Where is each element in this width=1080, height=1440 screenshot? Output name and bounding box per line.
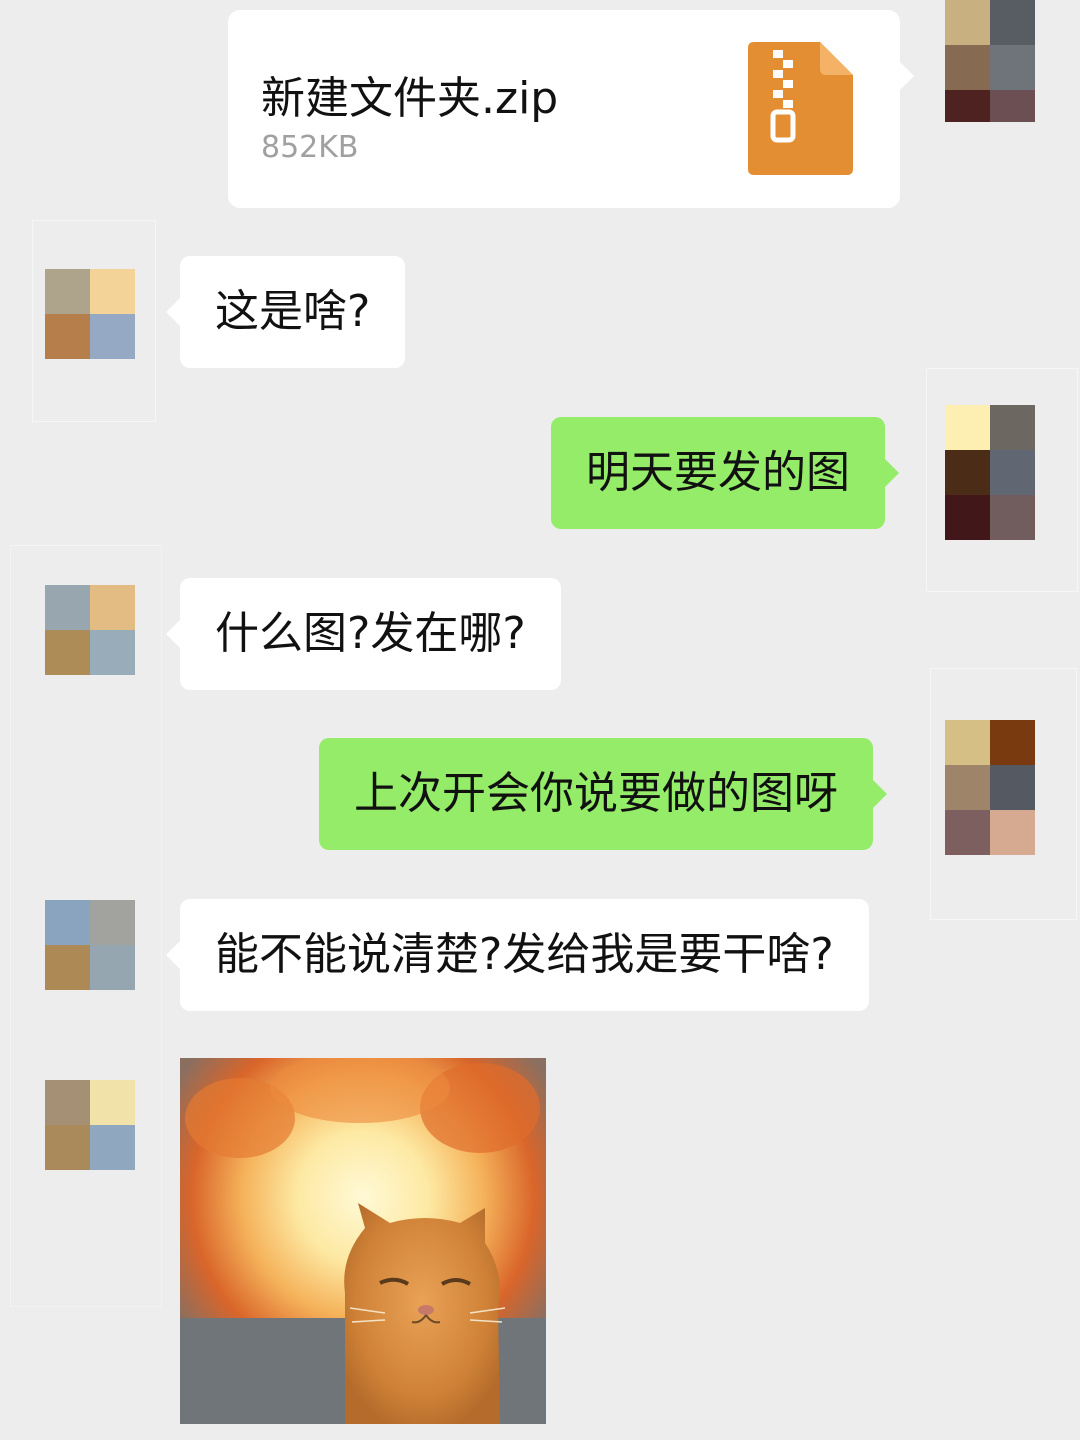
avatar-self[interactable] [945, 405, 1035, 540]
message-bubble-outgoing[interactable]: 上次开会你说要做的图呀 [319, 738, 887, 850]
avatar-self[interactable] [945, 0, 1035, 122]
file-size: 852KB [261, 130, 359, 165]
avatar-contact[interactable] [45, 585, 135, 675]
message-text: 上次开会你说要做的图呀 [354, 768, 838, 819]
avatar-self[interactable] [945, 720, 1035, 855]
message-bubble-outgoing[interactable]: 明天要发的图 [551, 417, 899, 529]
cat-explosion-sticker[interactable] [180, 1058, 546, 1424]
message-text: 明天要发的图 [586, 447, 850, 498]
message-text: 什么图?发在哪? [215, 608, 526, 659]
avatar-contact[interactable] [45, 269, 135, 359]
zip-file-icon [748, 42, 853, 175]
avatar-contact[interactable] [45, 900, 135, 990]
message-bubble-incoming[interactable]: 什么图?发在哪? [166, 578, 561, 690]
message-text: 这是啥? [215, 286, 371, 337]
file-message-card[interactable]: 新建文件夹.zip 852KB [228, 10, 914, 208]
avatar-contact[interactable] [45, 1080, 135, 1170]
message-bubble-incoming[interactable]: 这是啥? [165, 256, 406, 368]
file-name: 新建文件夹.zip [261, 73, 559, 124]
message-text: 能不能说清楚?发给我是要干啥? [215, 929, 834, 980]
sticker-image [180, 1058, 546, 1424]
message-bubble-incoming[interactable]: 能不能说清楚?发给我是要干啥? [166, 899, 869, 1011]
